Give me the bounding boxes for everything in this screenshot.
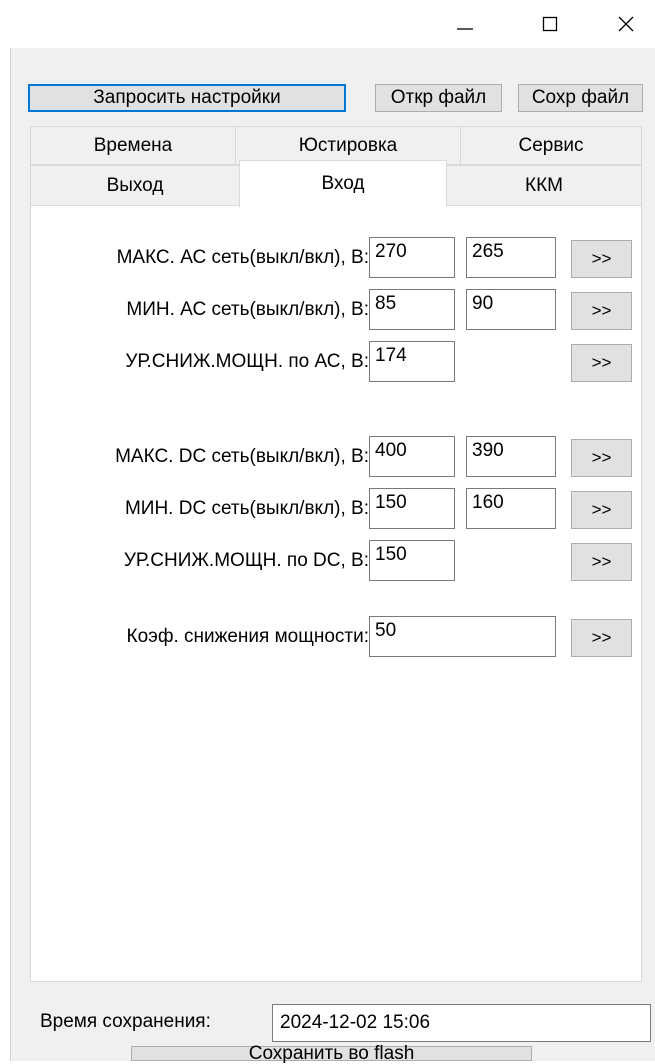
- power-reduce-dc-apply-button[interactable]: >>: [571, 543, 632, 581]
- request-settings-button[interactable]: Запросить настройки: [28, 84, 346, 112]
- power-reduction-coef-field[interactable]: 50: [369, 616, 556, 657]
- maximize-icon: [542, 16, 558, 32]
- min-ac-off-field[interactable]: 85: [369, 289, 455, 330]
- power-reduction-coef-label: Коэф. снижения мощности:: [126, 626, 370, 647]
- save-time-label: Время сохранения:: [40, 1011, 211, 1032]
- open-file-button[interactable]: Откр файл: [375, 84, 502, 112]
- close-icon: [618, 16, 634, 32]
- max-dc-off-field[interactable]: 400: [369, 436, 455, 477]
- tab-servis[interactable]: Сервис: [460, 126, 642, 165]
- title-bar: [0, 0, 655, 48]
- maximize-button[interactable]: [521, 0, 579, 48]
- tab-vyhod[interactable]: Выход: [30, 165, 240, 206]
- power-reduce-ac-label: УР.СНИЖ.МОЩН. по АС, В:: [125, 351, 369, 372]
- save-to-flash-button[interactable]: Сохранить во flash: [131, 1043, 532, 1064]
- power-reduce-dc-label: УР.СНИЖ.МОЩН. по DC, В:: [123, 550, 369, 571]
- min-ac-apply-button[interactable]: >>: [571, 292, 632, 330]
- max-dc-label: МАКС. DC сеть(выкл/вкл), В:: [115, 446, 369, 467]
- max-dc-apply-button[interactable]: >>: [571, 439, 632, 477]
- tab-vhod[interactable]: Вход: [239, 160, 447, 207]
- min-dc-on-field[interactable]: 160: [466, 488, 556, 529]
- minimize-icon: [457, 28, 473, 30]
- save-to-flash-label: Сохранить во flash: [248, 1043, 415, 1064]
- max-ac-label: МАКС. АС сеть(выкл/вкл), В:: [116, 247, 369, 268]
- power-reduce-ac-apply-button[interactable]: >>: [571, 344, 632, 382]
- min-ac-label: МИН. АС сеть(выкл/вкл), В:: [126, 299, 369, 320]
- power-reduce-dc-field[interactable]: 150: [369, 540, 455, 581]
- power-reduction-coef-apply-button[interactable]: >>: [571, 619, 632, 657]
- max-ac-apply-button[interactable]: >>: [571, 240, 632, 278]
- max-dc-on-field[interactable]: 390: [466, 436, 556, 477]
- close-button[interactable]: [597, 0, 655, 48]
- max-ac-on-field[interactable]: 265: [466, 237, 556, 278]
- min-dc-apply-button[interactable]: >>: [571, 491, 632, 529]
- min-dc-label: МИН. DC сеть(выкл/вкл), В:: [124, 498, 369, 519]
- min-dc-off-field[interactable]: 150: [369, 488, 455, 529]
- save-time-field: 2024-12-02 15:06: [272, 1004, 651, 1042]
- power-reduce-ac-field[interactable]: 174: [369, 341, 455, 382]
- tab-kkm[interactable]: ККМ: [446, 165, 642, 206]
- tab-vremena[interactable]: Времена: [30, 126, 236, 165]
- max-ac-off-field[interactable]: 270: [369, 237, 455, 278]
- save-file-button[interactable]: Сохр файл: [518, 84, 643, 112]
- minimize-button[interactable]: [436, 0, 494, 48]
- min-ac-on-field[interactable]: 90: [466, 289, 556, 330]
